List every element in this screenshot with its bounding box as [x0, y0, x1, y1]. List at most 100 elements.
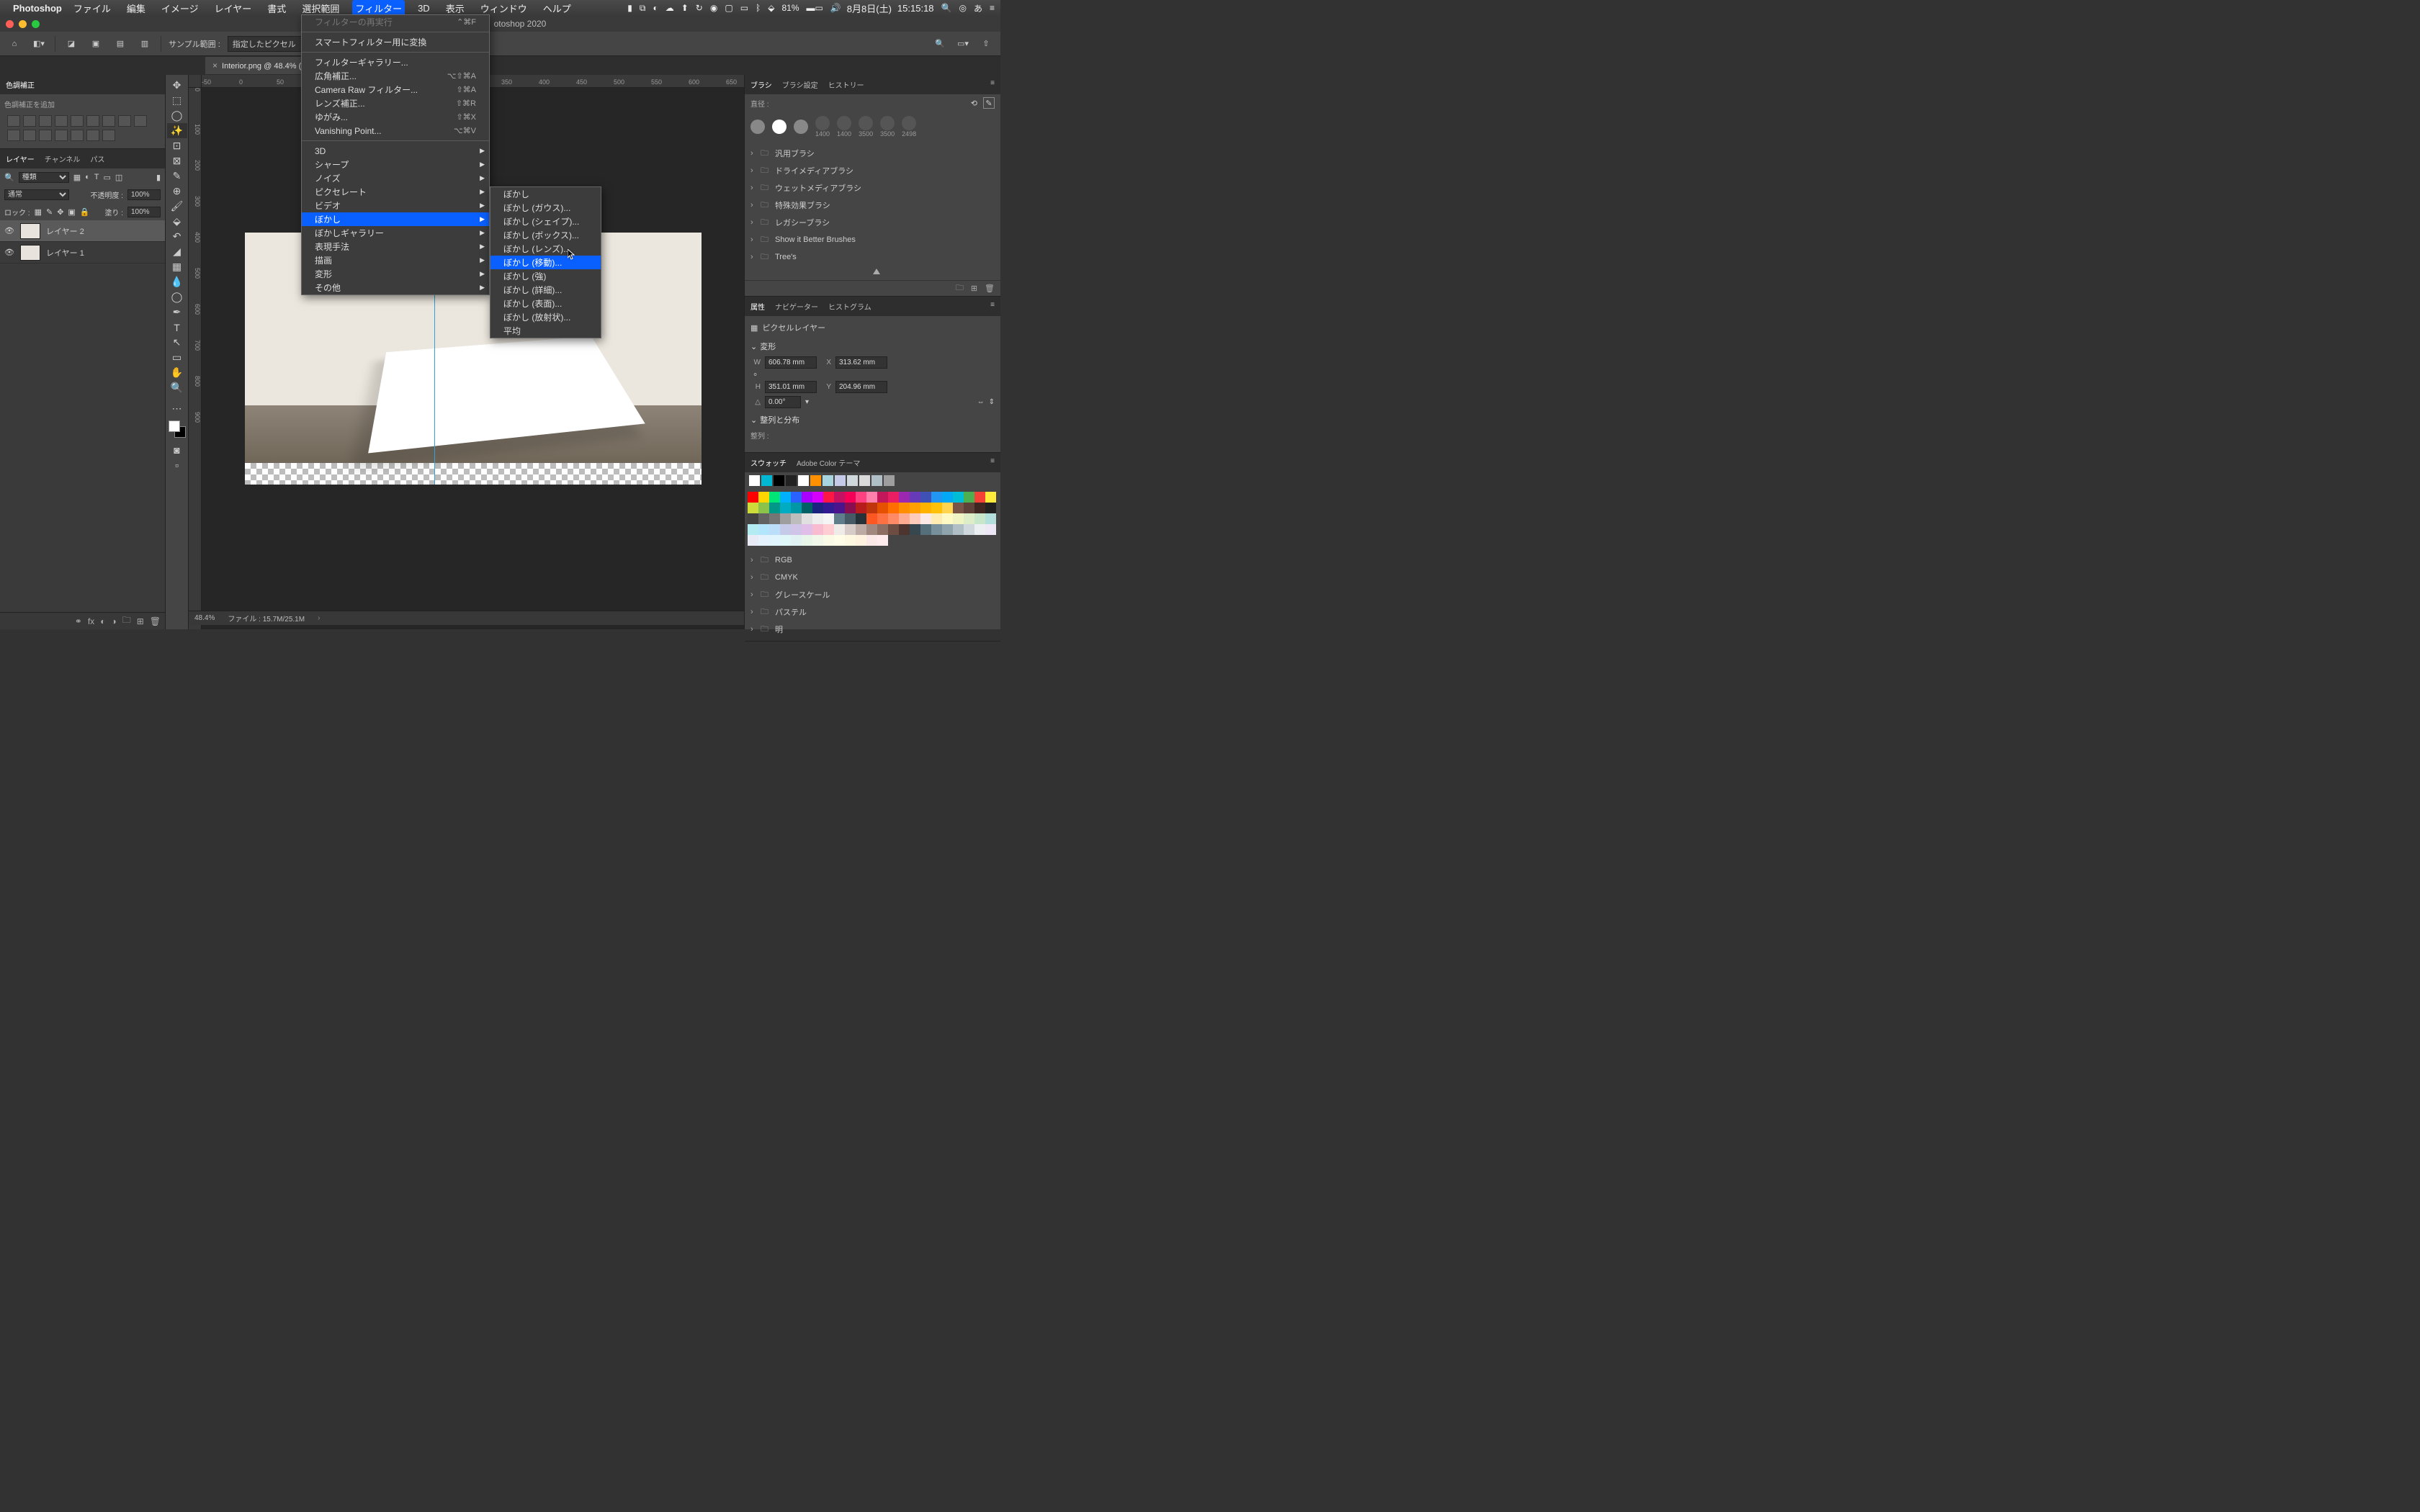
- blur-item[interactable]: ぼかし: [490, 187, 601, 201]
- brush-tool[interactable]: 🖌: [167, 199, 187, 214]
- filter-pixel-icon[interactable]: ▦: [73, 173, 81, 182]
- shape-tool[interactable]: ▭: [167, 350, 187, 365]
- filter-text-icon[interactable]: T: [94, 173, 99, 181]
- swatch[interactable]: [758, 513, 769, 524]
- layer-item[interactable]: 👁 レイヤー 2: [0, 220, 165, 242]
- layer-thumbnail[interactable]: [20, 245, 40, 261]
- panel-menu-icon[interactable]: ≡: [990, 457, 995, 468]
- swatch[interactable]: [920, 513, 931, 524]
- adjustments-tab[interactable]: 色調補正: [6, 79, 35, 90]
- control-center-icon[interactable]: ◎: [959, 3, 966, 13]
- swatch[interactable]: [964, 513, 974, 524]
- delete-layer-icon[interactable]: 🗑: [150, 616, 161, 626]
- swatch[interactable]: [974, 492, 985, 503]
- brush-folder[interactable]: ›🗀特殊効果ブラシ: [745, 197, 1000, 214]
- cloud-icon[interactable]: ☁: [666, 3, 674, 13]
- swatch[interactable]: [899, 492, 910, 503]
- shape-blur-item[interactable]: ぼかし (シェイプ)...: [490, 215, 601, 228]
- brush-folder[interactable]: ›🗀Show it Better Brushes: [745, 231, 1000, 248]
- swatch[interactable]: [964, 492, 974, 503]
- swatch-folder[interactable]: ›🗀パステル: [745, 603, 1000, 621]
- tab-close-icon[interactable]: ×: [212, 60, 218, 71]
- swatch[interactable]: [985, 524, 996, 535]
- swatch[interactable]: [931, 492, 942, 503]
- lock-trans-icon[interactable]: ▦: [35, 207, 42, 217]
- swatch[interactable]: [758, 492, 769, 503]
- vanishing-point-item[interactable]: Vanishing Point...⌥⌘V: [302, 124, 489, 138]
- swatch[interactable]: [749, 475, 760, 486]
- swatch[interactable]: [920, 503, 931, 513]
- swatch[interactable]: [985, 513, 996, 524]
- filter-3d-submenu[interactable]: 3D▶: [302, 144, 489, 158]
- layer-filter-select[interactable]: 種類: [19, 172, 69, 183]
- selective-icon[interactable]: [102, 130, 115, 141]
- swatch[interactable]: [866, 503, 877, 513]
- swatch[interactable]: [910, 513, 920, 524]
- box-blur-item[interactable]: ぼかし (ボックス)...: [490, 228, 601, 242]
- hue-icon[interactable]: [86, 115, 99, 127]
- swatch[interactable]: [859, 475, 870, 486]
- swatch[interactable]: [823, 475, 833, 486]
- swatch[interactable]: [888, 492, 899, 503]
- brightness-icon[interactable]: [7, 115, 20, 127]
- swatch[interactable]: [884, 475, 895, 486]
- delete-brush-icon[interactable]: 🗑: [985, 284, 995, 293]
- filter-distort-submenu[interactable]: 変形▶: [302, 267, 489, 281]
- swatch[interactable]: [823, 535, 834, 546]
- mask-icon[interactable]: ◐: [100, 616, 105, 626]
- bluetooth-icon[interactable]: ᛒ: [756, 3, 761, 13]
- posterize-icon[interactable]: [55, 130, 68, 141]
- lock-all-icon[interactable]: 🔒: [80, 207, 90, 217]
- hand-tool[interactable]: ✋: [167, 365, 187, 380]
- angle-dropdown[interactable]: ▾: [805, 398, 809, 406]
- liquify-item[interactable]: ゆがみ...⇧⌘X: [302, 110, 489, 124]
- swatch[interactable]: [780, 492, 791, 503]
- x-input[interactable]: 313.62 mm: [835, 356, 887, 369]
- swatch[interactable]: [758, 535, 769, 546]
- swatch[interactable]: [812, 492, 823, 503]
- blur-tool[interactable]: 💧: [167, 274, 187, 289]
- move-tool[interactable]: ✥: [167, 78, 187, 93]
- window-maximize-button[interactable]: [32, 20, 40, 28]
- menu-edit[interactable]: 編集: [124, 0, 148, 17]
- swatch[interactable]: [856, 492, 866, 503]
- swatch[interactable]: [758, 524, 769, 535]
- battery-icon[interactable]: ▢: [725, 3, 732, 13]
- window-minimize-button[interactable]: [19, 20, 27, 28]
- swatch[interactable]: [985, 492, 996, 503]
- layer-thumbnail[interactable]: [20, 223, 40, 239]
- swatch[interactable]: [866, 492, 877, 503]
- filter-video-submenu[interactable]: ビデオ▶: [302, 199, 489, 212]
- swatch[interactable]: [802, 503, 812, 513]
- swatch[interactable]: [748, 503, 758, 513]
- swatch[interactable]: [802, 524, 812, 535]
- brush-tab[interactable]: ブラシ: [750, 79, 772, 90]
- flip-v-icon[interactable]: ⇕: [989, 398, 995, 406]
- healing-tool[interactable]: ⊕: [167, 184, 187, 199]
- lens-blur-item[interactable]: ぼかし (レンズ)...: [490, 242, 601, 256]
- swatch[interactable]: [748, 513, 758, 524]
- filter-icon[interactable]: 🔍: [4, 173, 14, 182]
- input-source-icon[interactable]: あ: [974, 2, 982, 14]
- swatch[interactable]: [769, 524, 780, 535]
- edit-toolbar[interactable]: ⋯: [167, 401, 187, 416]
- swatch[interactable]: [823, 524, 834, 535]
- fx-icon[interactable]: fx: [88, 616, 94, 626]
- swatch[interactable]: [748, 492, 758, 503]
- swatch[interactable]: [856, 535, 866, 546]
- swatch[interactable]: [877, 513, 888, 524]
- menu-type[interactable]: 書式: [264, 0, 289, 17]
- colorbal-icon[interactable]: [102, 115, 115, 127]
- swatch[interactable]: [888, 524, 899, 535]
- filter-sharpen-submenu[interactable]: シャープ▶: [302, 158, 489, 171]
- history-brush-tool[interactable]: ↶: [167, 229, 187, 244]
- vibrance-icon[interactable]: [71, 115, 84, 127]
- status-icon[interactable]: ▮: [627, 3, 632, 13]
- swatch[interactable]: [856, 513, 866, 524]
- swatch[interactable]: [866, 535, 877, 546]
- gradient-tool[interactable]: ▦: [167, 259, 187, 274]
- swatch[interactable]: [834, 535, 845, 546]
- brush-preset[interactable]: [859, 116, 873, 130]
- ruler-vertical[interactable]: 0100200300400500600700800900: [189, 88, 202, 629]
- swatch[interactable]: [942, 524, 953, 535]
